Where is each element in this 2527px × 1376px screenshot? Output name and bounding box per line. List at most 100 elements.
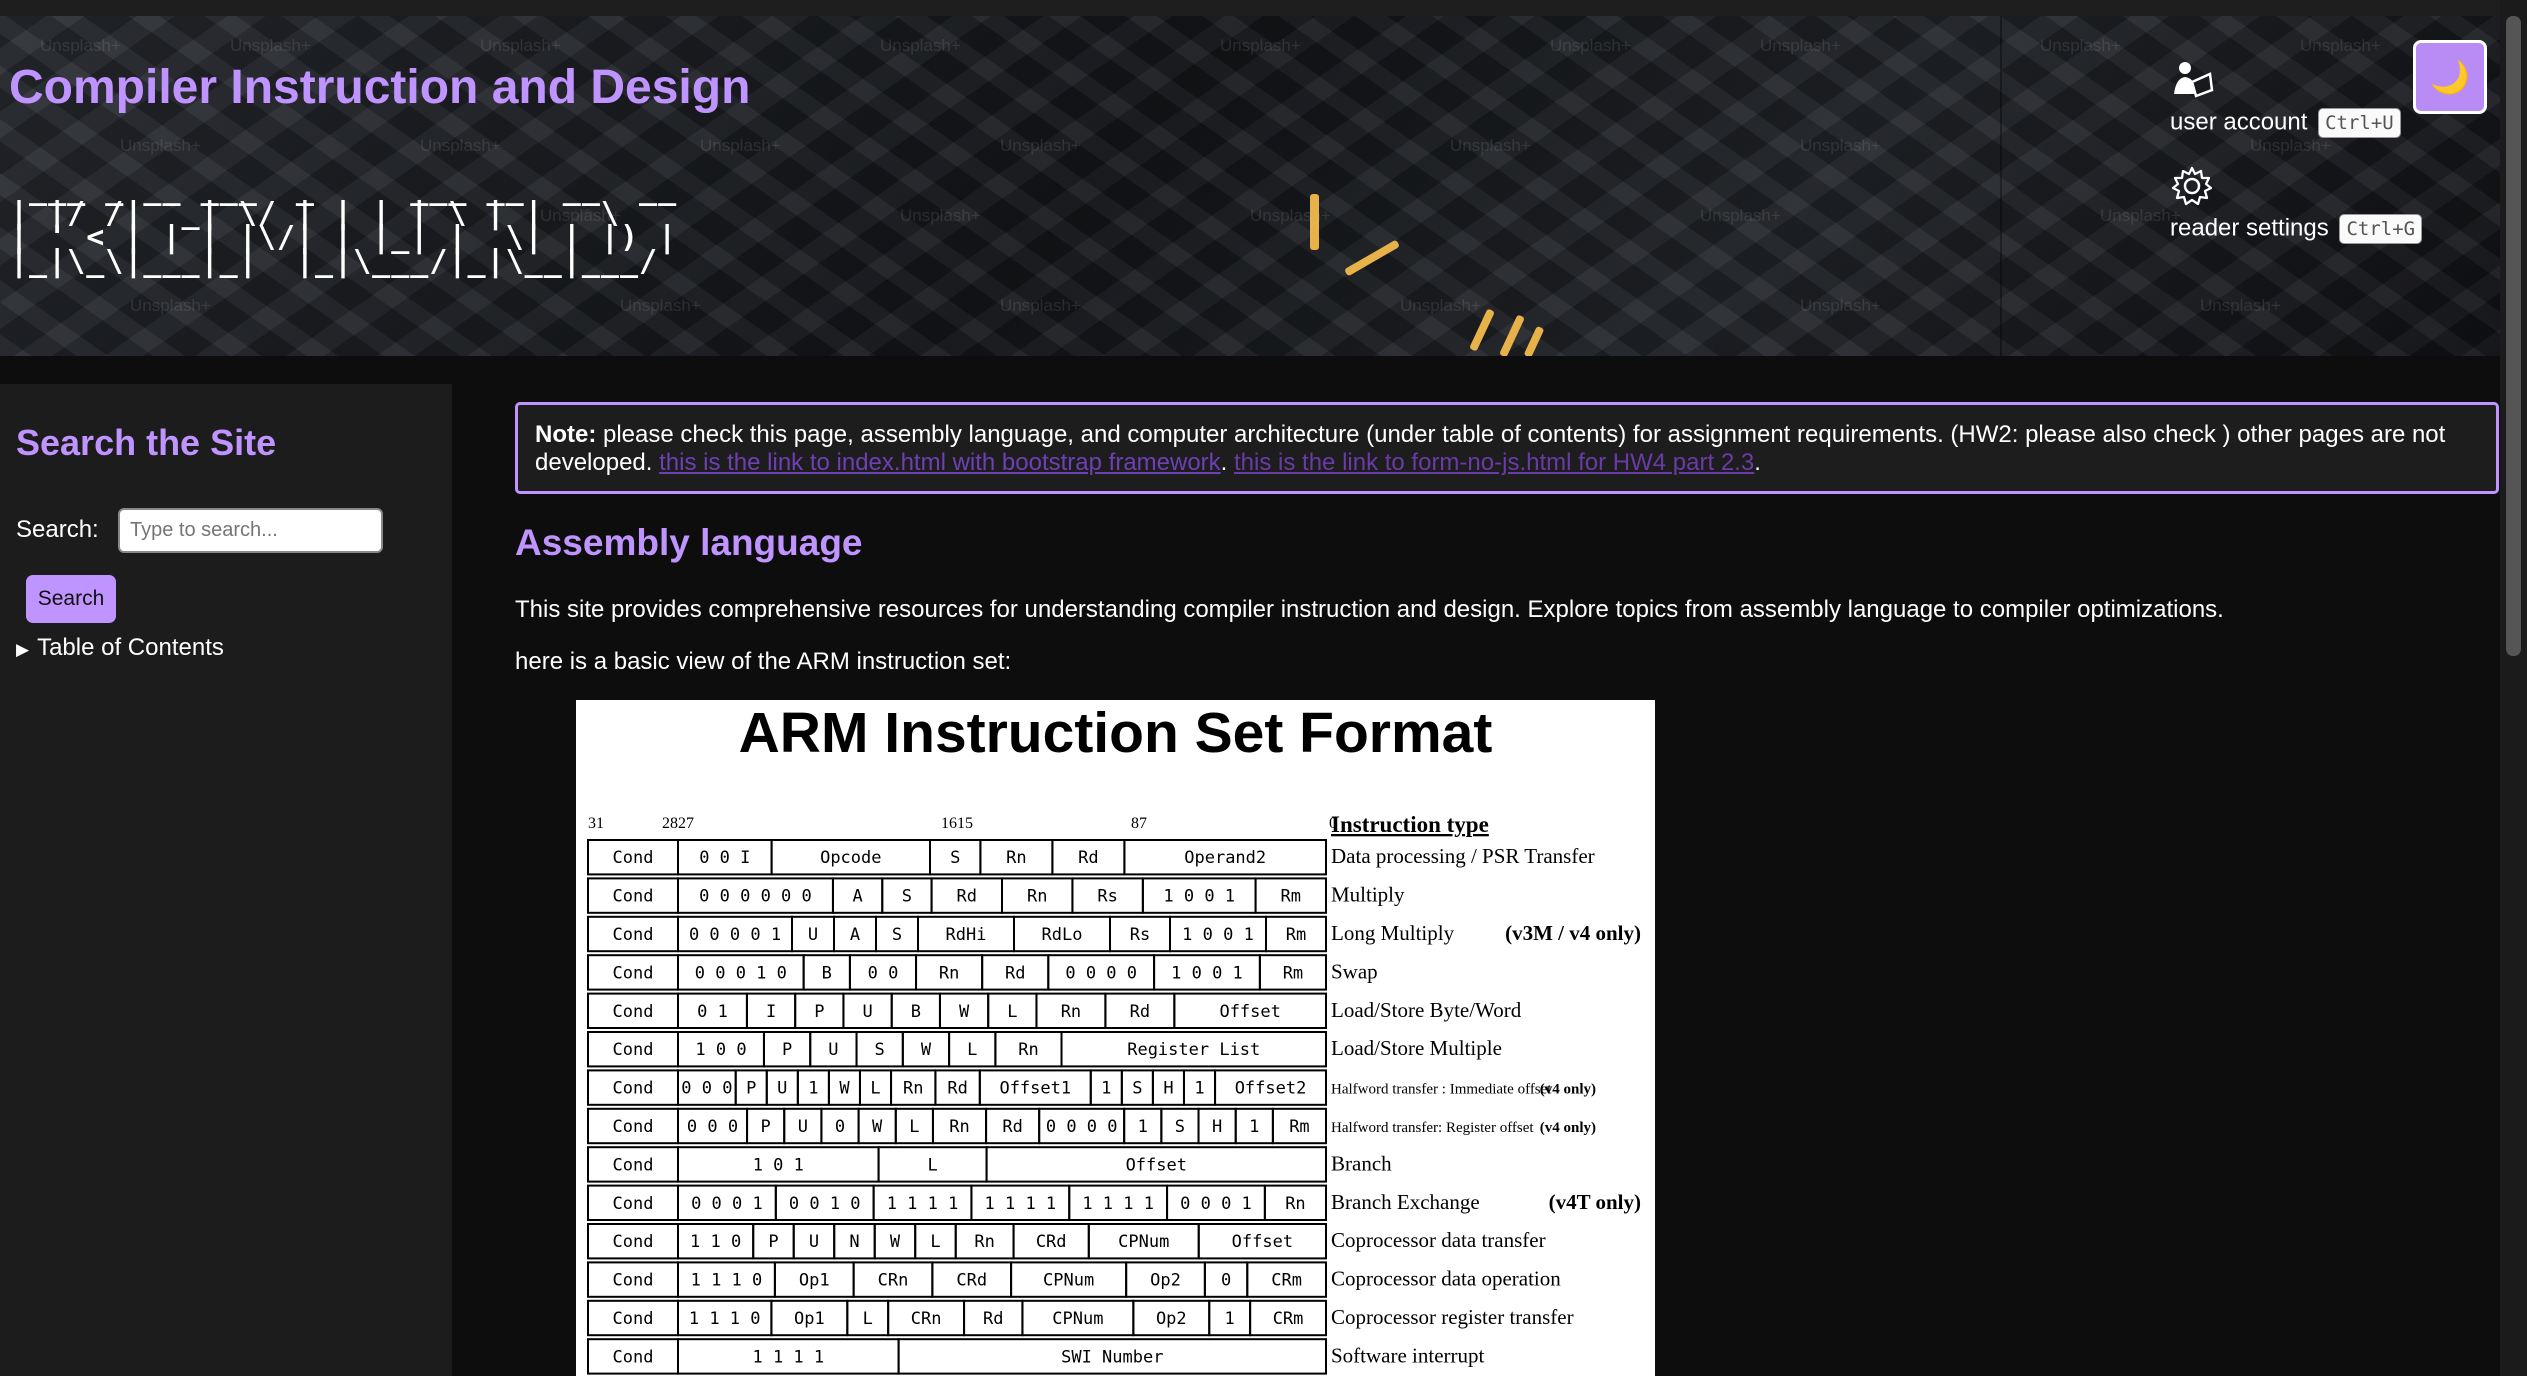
bit-field-text: 1 0 0	[695, 1040, 746, 1060]
reader-settings-button[interactable]: reader settings Ctrl+G	[2170, 164, 2423, 244]
reader-settings-shortcut: Ctrl+G	[2339, 214, 2423, 244]
bit-field-text: Offset	[1126, 1155, 1187, 1175]
bit-field-text: Offset	[1232, 1232, 1293, 1252]
bit-field-text: Cond	[613, 1194, 654, 1214]
page-scrollbar[interactable]	[2500, 0, 2527, 1376]
note-strong: Note:	[535, 421, 597, 448]
bit-field-text: 0	[835, 1117, 845, 1137]
index-bootstrap-link[interactable]: this is the link to index.html with boot…	[659, 449, 1221, 476]
bit-field-text: Op2	[1156, 1309, 1187, 1329]
bit-field-text: P	[814, 1002, 824, 1022]
site-title[interactable]: Compiler Instruction and Design	[9, 60, 750, 115]
note-box: Note: please check this page, assembly l…	[515, 402, 2499, 494]
bit-field-text: 0 0 0 0	[1046, 1117, 1118, 1137]
bit-field-text: 0 0 0 1	[1180, 1194, 1252, 1214]
bit-field-text: W	[872, 1117, 883, 1137]
bit-field-text: 0 0 I	[699, 848, 750, 868]
section-heading: Assembly language	[515, 522, 863, 563]
instruction-type-label: Multiply	[1331, 883, 1405, 907]
bit-field-text: L	[967, 1040, 977, 1060]
unsplash-watermark: Unsplash+	[2250, 136, 2331, 155]
unsplash-watermark: Unsplash+	[1800, 136, 1881, 155]
bit-field-text: Rd	[1005, 963, 1025, 983]
bit-field-text: 1	[1225, 1309, 1235, 1329]
user-account-label: user account	[2170, 108, 2308, 136]
note-end: .	[1754, 449, 1761, 476]
bit-field-text: S	[875, 1040, 885, 1060]
search-input[interactable]	[118, 508, 383, 553]
bit-field-text: Cond	[613, 963, 654, 983]
bit-field-text: S	[950, 848, 960, 868]
instruction-type-label: Branch Exchange	[1331, 1190, 1480, 1214]
form-no-js-link[interactable]: this is the link to form-no-js.html for …	[1234, 449, 1754, 476]
bit-field-text: CRd	[1036, 1232, 1067, 1252]
bit-field-text: 0 0 0	[681, 1079, 732, 1099]
table-of-contents-toggle[interactable]: ▶ Table of Contents	[16, 634, 224, 662]
bit-field-text: Rm	[1286, 925, 1306, 945]
theme-toggle-button[interactable]: 🌙	[2413, 40, 2487, 114]
bit-field-text: Cond	[613, 887, 654, 907]
bit-field-text: Rm	[1283, 963, 1303, 983]
bit-field-text: Rd	[1130, 1002, 1150, 1022]
bit-field-text: 1 0 0 1	[1171, 963, 1243, 983]
note-separator: .	[1220, 449, 1235, 476]
bit-field-text: S	[1132, 1079, 1142, 1099]
toc-label: Table of Contents	[37, 634, 224, 661]
bit-field-text: 1	[1249, 1117, 1259, 1137]
bit-field-text: 0 0 0 0	[1065, 963, 1137, 983]
unsplash-watermark: Unsplash+	[2300, 36, 2381, 55]
instruction-type-note: (v4 only)	[1540, 1120, 1596, 1136]
banner-chip-detail	[1344, 239, 1400, 277]
unsplash-watermark: Unsplash+	[480, 36, 561, 55]
arm-instruction-set-figure: ARM Instruction Set Format 31 2827 1615 87 0…	[576, 700, 1655, 1376]
search-button[interactable]: Search	[26, 575, 116, 623]
bit-field-text: Cond	[613, 1117, 654, 1137]
bit-position-label: 87	[1131, 815, 1147, 832]
search-label: Search:	[16, 516, 99, 543]
bit-field-text: 0 0	[868, 963, 899, 983]
bit-field-text: 1 0 1	[753, 1155, 804, 1175]
bit-field-text: U	[808, 925, 818, 945]
bit-field-text: Rn	[1027, 887, 1047, 907]
bit-field-text: W	[890, 1232, 901, 1252]
unsplash-watermark: Unsplash+	[880, 36, 961, 55]
bit-field-text: Rn	[1061, 1002, 1081, 1022]
instruction-type-label: Coprocessor register transfer	[1331, 1305, 1574, 1329]
bit-field-text: Cond	[613, 1002, 654, 1022]
bit-field-text: B	[911, 1002, 921, 1022]
instruction-type-label: Data processing / PSR Transfer	[1331, 844, 1595, 868]
bit-field-text: CPNum	[1118, 1232, 1169, 1252]
bit-field-text: 1 0 0 1	[1182, 925, 1254, 945]
ascii-art-logo: ___ _ __ ___ _ ___ __ __ __ | |/ /| _| \…	[10, 172, 678, 279]
bit-field-text: Offset	[1219, 1002, 1280, 1022]
instruction-type-note: (v4T only)	[1549, 1190, 1641, 1214]
bit-field-text: H	[1163, 1079, 1173, 1099]
instruction-type-label: Halfword transfer : Immediate offset	[1331, 1082, 1552, 1098]
bit-field-text: W	[921, 1040, 932, 1060]
bit-field-text: 1	[1138, 1117, 1148, 1137]
bit-field-text: 0 1	[697, 1002, 728, 1022]
bit-field-text: Rs	[1130, 925, 1150, 945]
bit-field-text: Rd	[957, 887, 977, 907]
bit-field-text: Rd	[983, 1309, 1003, 1329]
bit-field-text: Rd	[947, 1079, 967, 1099]
user-reading-icon	[2174, 62, 2214, 98]
instruction-type-label: Halfword transfer: Register offset	[1331, 1120, 1534, 1136]
bit-field-text: P	[761, 1117, 771, 1137]
bit-field-text: S	[892, 925, 902, 945]
bit-field-text: Rn	[1285, 1194, 1305, 1214]
bit-field-text: SWI Number	[1061, 1347, 1163, 1367]
bit-field-text: CRn	[911, 1309, 942, 1329]
bit-field-text: RdLo	[1042, 925, 1083, 945]
unsplash-watermark: Unsplash+	[900, 206, 981, 225]
bit-field-text: Cond	[613, 1347, 654, 1367]
bit-field-text: Rn	[1006, 848, 1026, 868]
bit-field-text: U	[777, 1079, 787, 1099]
bit-field-text: 0 0 0 1 0	[695, 963, 787, 983]
bit-field-text: L	[870, 1079, 880, 1099]
bit-field-text: Cond	[613, 1155, 654, 1175]
scrollbar-thumb[interactable]	[2506, 16, 2521, 656]
instruction-type-note: (v4 only)	[1540, 1082, 1596, 1098]
bit-field-text: N	[849, 1232, 859, 1252]
user-account-button[interactable]: user account Ctrl+U	[2170, 58, 2401, 138]
